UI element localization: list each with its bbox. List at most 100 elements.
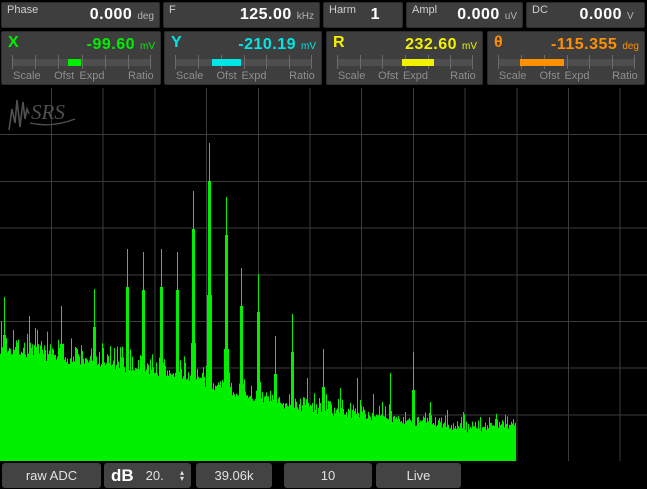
db-unit-label: dB: [111, 466, 134, 486]
db-stepper[interactable]: ▴ ▾: [180, 470, 184, 482]
phase-unit: deg: [137, 11, 154, 22]
slider-tick: [58, 55, 59, 69]
slider-tick: [567, 55, 568, 69]
channel-r-slider-segment: [402, 59, 434, 66]
slider-tick: [150, 55, 151, 69]
slider-tick: [337, 55, 338, 69]
channel-y-value: -210.19: [238, 36, 296, 54]
dc-value: 0.000: [579, 6, 622, 24]
slider-tick: [35, 55, 36, 69]
slider-tick: [311, 55, 312, 69]
channel-x-offset-slider[interactable]: [12, 59, 151, 66]
source-button[interactable]: raw ADC: [2, 463, 101, 488]
channel-x-scale-button[interactable]: Scale: [13, 70, 41, 82]
frequency-readout-panel[interactable]: F 125.00 kHz: [163, 2, 320, 28]
frequency-value: 125.00: [240, 6, 292, 24]
srs-logo-text: SRS: [31, 100, 65, 124]
span-button-label: 39.06k: [214, 468, 253, 483]
scale-db-button[interactable]: dB 20. ▴ ▾: [104, 463, 191, 488]
harmonic-label: Harm: [329, 4, 356, 16]
srs-logo: SRS: [9, 100, 75, 130]
phase-label: Phase: [7, 4, 38, 16]
channel-x-unit: mV: [140, 41, 155, 52]
amplitude-unit: uV: [505, 11, 517, 22]
slider-tick: [612, 55, 613, 69]
channel-theta-expd-button[interactable]: Expd: [564, 70, 589, 82]
slider-tick: [589, 55, 590, 69]
channel-theta-value: -115.355: [551, 36, 617, 54]
slider-tick: [244, 55, 245, 69]
channel-r-ofst-button[interactable]: Ofst: [378, 70, 398, 82]
channel-r-label: R: [333, 34, 345, 52]
frequency-label: F: [169, 4, 176, 16]
slider-tick: [360, 55, 361, 69]
channel-x-expd-button[interactable]: Expd: [79, 70, 104, 82]
channel-theta-label: θ: [494, 34, 503, 52]
channel-y-expd-button[interactable]: Expd: [241, 70, 266, 82]
channel-y-ratio-button[interactable]: Ratio: [289, 70, 315, 82]
average-button-label: 10: [321, 468, 335, 483]
phase-value: 0.000: [90, 6, 133, 24]
channel-y-ofst-button[interactable]: Ofst: [216, 70, 236, 82]
channel-x-ratio-button[interactable]: Ratio: [128, 70, 154, 82]
channel-theta-ofst-button[interactable]: Ofst: [539, 70, 559, 82]
slider-tick: [289, 55, 290, 69]
channel-r-scale-button[interactable]: Scale: [338, 70, 366, 82]
slider-tick: [382, 55, 383, 69]
amplitude-readout-panel[interactable]: Ampl 0.000 uV: [406, 2, 523, 28]
amplitude-label: Ampl: [412, 4, 437, 16]
channel-theta-unit: deg: [622, 41, 639, 52]
instrument-screen: Phase 0.000 deg F 125.00 kHz Harm 1 Ampl 0…: [0, 0, 647, 489]
slider-tick: [82, 55, 83, 69]
channel-theta-scale-button[interactable]: Scale: [499, 70, 527, 82]
spectrum-plot[interactable]: SRS: [0, 88, 647, 462]
stepper-down-icon[interactable]: ▾: [180, 476, 184, 482]
channel-theta-offset-slider[interactable]: [498, 59, 635, 66]
frequency-unit: kHz: [297, 11, 314, 22]
channel-y-label: Y: [171, 34, 182, 52]
slider-tick: [472, 55, 473, 69]
channel-y-unit: mV: [301, 41, 316, 52]
source-button-label: raw ADC: [26, 468, 77, 483]
phase-readout-panel[interactable]: Phase 0.000 deg: [1, 2, 160, 28]
channel-r-expd-button[interactable]: Expd: [403, 70, 428, 82]
channel-r-panel[interactable]: R 232.60mV Scale Ofst Expd Ratio: [326, 31, 483, 85]
slider-tick: [450, 55, 451, 69]
dc-readout-panel[interactable]: DC 0.000 V: [526, 2, 645, 28]
channel-r-ratio-button[interactable]: Ratio: [450, 70, 476, 82]
dc-unit: V: [627, 11, 639, 22]
slider-tick: [266, 55, 267, 69]
channel-r-offset-slider[interactable]: [337, 59, 473, 66]
db-per-div-value: 20.: [146, 468, 164, 483]
channel-r-unit: mV: [462, 41, 477, 52]
srs-logo-waveform-icon: [9, 100, 29, 130]
average-button[interactable]: 10: [284, 463, 372, 488]
channel-theta-slider-segment: [520, 59, 564, 66]
amplitude-value: 0.000: [457, 6, 500, 24]
channel-x-value: -99.60: [87, 36, 135, 54]
dc-label: DC: [532, 4, 548, 16]
harmonic-value: 1: [371, 6, 380, 24]
channel-theta-panel[interactable]: θ -115.355 deg Scale Ofst Expd Ratio: [487, 31, 645, 85]
channel-x-panel[interactable]: X -99.60 mV Scale Ofst Expd Ratio: [1, 31, 161, 85]
harmonic-readout-panel[interactable]: Harm 1: [323, 2, 403, 28]
slider-tick: [175, 55, 176, 69]
span-button[interactable]: 39.06k: [196, 463, 272, 488]
channel-theta-ratio-button[interactable]: Ratio: [612, 70, 638, 82]
slider-tick: [12, 55, 13, 69]
channel-x-ofst-button[interactable]: Ofst: [54, 70, 74, 82]
channel-x-slider-segment: [68, 59, 82, 66]
bottom-bar: raw ADC dB 20. ▴ ▾ 39.06k 10 Live: [0, 462, 647, 489]
channel-y-panel[interactable]: Y -210.19 mV Scale Ofst Expd Ratio: [164, 31, 322, 85]
slider-tick: [198, 55, 199, 69]
channel-y-offset-slider[interactable]: [175, 59, 312, 66]
channel-x-label: X: [8, 34, 19, 52]
slider-tick: [128, 55, 129, 69]
slider-tick: [105, 55, 106, 69]
live-mode-button-label: Live: [407, 468, 431, 483]
slider-tick: [634, 55, 635, 69]
channel-y-scale-button[interactable]: Scale: [176, 70, 204, 82]
live-mode-button[interactable]: Live: [376, 463, 461, 488]
slider-tick: [498, 55, 499, 69]
channel-y-slider-segment: [212, 59, 241, 66]
